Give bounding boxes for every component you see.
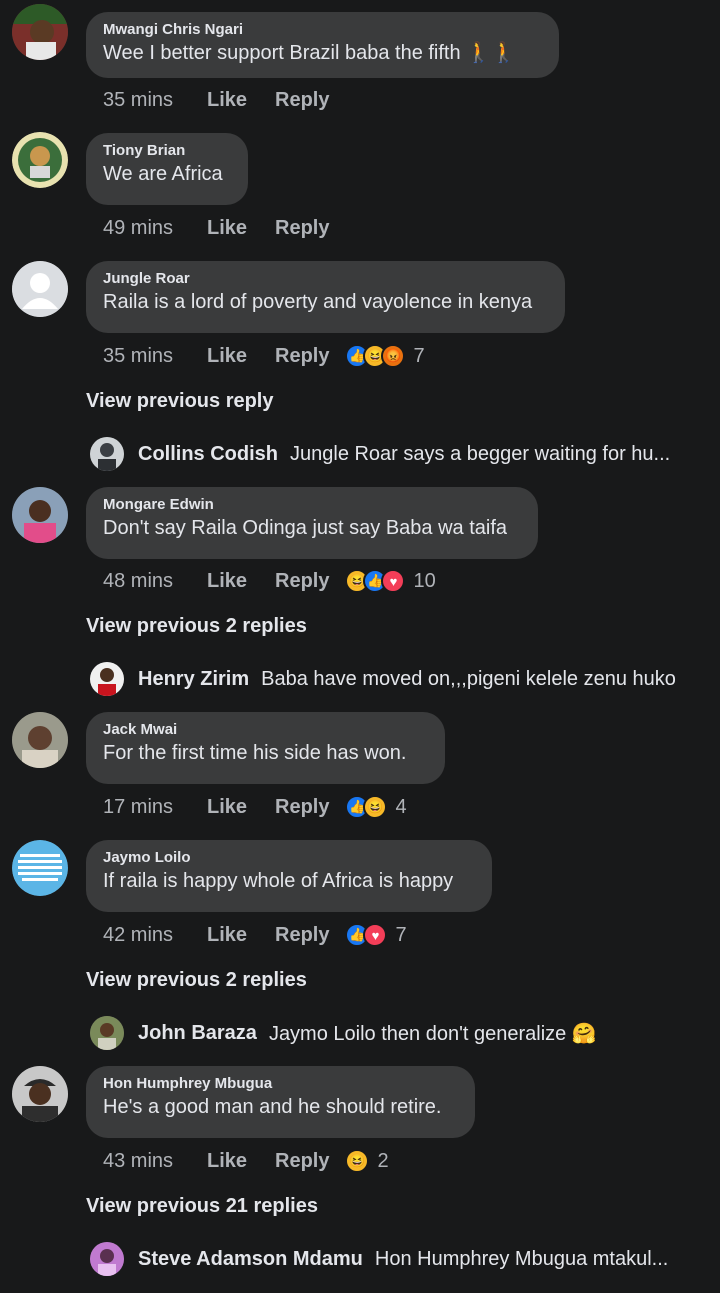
comment-actions: 48 mins Like Reply 😆 👍 ♥ 10	[103, 567, 436, 595]
reply-author[interactable]: John Baraza	[138, 1022, 257, 1045]
reaction-summary[interactable]: 😆 👍 ♥ 10	[345, 569, 436, 593]
reaction-summary[interactable]: 😆 2	[345, 1149, 389, 1173]
comment-actions: 49 mins Like Reply	[103, 214, 329, 242]
comment-author[interactable]: Hon Humphrey Mbugua	[103, 1074, 457, 1094]
default-avatar[interactable]	[12, 261, 68, 317]
reply-avatar[interactable]	[90, 437, 124, 471]
reaction-summary[interactable]: 👍 😆 4	[345, 795, 407, 819]
reply-author[interactable]: Steve Adamson Mdamu	[138, 1248, 363, 1271]
comment-text: Raila is a lord of poverty and vayolence…	[103, 291, 533, 313]
like-button[interactable]: Like	[207, 570, 275, 593]
comment-timestamp[interactable]: 17 mins	[103, 796, 207, 819]
comment-author[interactable]: Jack Mwai	[103, 720, 427, 740]
reply-button[interactable]: Reply	[275, 796, 329, 819]
comment-text: For the first time his side has won.	[103, 742, 407, 764]
comment-author[interactable]: Mwangi Chris Ngari	[103, 20, 541, 40]
like-button[interactable]: Like	[207, 796, 275, 819]
view-previous-replies-link[interactable]: View previous 2 replies	[86, 615, 307, 638]
reply-avatar[interactable]	[90, 1242, 124, 1276]
reply-text: Hon Humphrey Mbugua mtakul...	[374, 1247, 669, 1270]
reply-avatar[interactable]	[90, 1016, 124, 1050]
reaction-count: 7	[413, 344, 425, 367]
comment-bubble[interactable]: Mongare Edwin Don't say Raila Odinga jus…	[86, 487, 538, 559]
reply-author[interactable]: Henry Zirim	[138, 668, 249, 691]
comment-timestamp[interactable]: 35 mins	[103, 345, 207, 368]
comment-author[interactable]: Mongare Edwin	[103, 495, 520, 515]
reply-preview[interactable]: Steve Adamson Mdamu Hon Humphrey Mbugua …	[90, 1242, 668, 1276]
comment-text: If raila is happy whole of Africa is hap…	[103, 870, 454, 892]
avatar[interactable]	[12, 840, 68, 896]
reply-avatar[interactable]	[90, 662, 124, 696]
reply-preview[interactable]: John Baraza Jaymo Loilo then don't gener…	[90, 1016, 597, 1050]
like-button[interactable]: Like	[207, 1150, 275, 1173]
comment-actions: 17 mins Like Reply 👍 😆 4	[103, 793, 407, 821]
reaction-count: 10	[413, 569, 436, 592]
comment-timestamp[interactable]: 43 mins	[103, 1150, 207, 1173]
haha-reaction-icon: 😆	[363, 795, 388, 819]
reply-preview[interactable]: Collins Codish Jungle Roar says a begger…	[90, 437, 670, 471]
like-button[interactable]: Like	[207, 217, 275, 240]
reaction-count: 2	[377, 1149, 389, 1172]
reaction-count: 7	[395, 923, 407, 946]
comment-text: He's a good man and he should retire.	[103, 1096, 442, 1118]
haha-reaction-icon: 😆	[345, 1149, 370, 1173]
love-reaction-icon: ♥	[381, 569, 406, 593]
avatar[interactable]	[12, 132, 68, 188]
reply-button[interactable]: Reply	[275, 924, 329, 947]
reaction-count: 4	[395, 795, 407, 818]
reaction-summary[interactable]: 👍 😆 😡 7	[345, 344, 425, 368]
avatar[interactable]	[12, 4, 68, 60]
reply-button[interactable]: Reply	[275, 345, 329, 368]
comment-timestamp[interactable]: 42 mins	[103, 924, 207, 947]
comment-actions: 42 mins Like Reply 👍 ♥ 7	[103, 921, 407, 949]
reaction-summary[interactable]: 👍 ♥ 7	[345, 923, 407, 947]
comment-bubble[interactable]: Jack Mwai For the first time his side ha…	[86, 712, 445, 784]
comment-bubble[interactable]: Jungle Roar Raila is a lord of poverty a…	[86, 261, 565, 333]
reply-author[interactable]: Collins Codish	[138, 443, 278, 466]
comment-timestamp[interactable]: 35 mins	[103, 89, 207, 112]
avatar[interactable]	[12, 712, 68, 768]
comment-actions: 43 mins Like Reply 😆 2	[103, 1147, 389, 1175]
comment-actions: 35 mins Like Reply	[103, 86, 329, 114]
comment-text: We are Africa	[103, 163, 223, 185]
reply-preview[interactable]: Henry Zirim Baba have moved on,,,pigeni …	[90, 662, 676, 696]
comment-bubble[interactable]: Jaymo Loilo If raila is happy whole of A…	[86, 840, 492, 912]
comment-text: Don't say Raila Odinga just say Baba wa …	[103, 517, 508, 539]
like-button[interactable]: Like	[207, 89, 275, 112]
view-previous-replies-link[interactable]: View previous reply	[86, 390, 274, 413]
comment-bubble[interactable]: Hon Humphrey Mbugua He's a good man and …	[86, 1066, 475, 1138]
angry-reaction-icon: 😡	[381, 344, 406, 368]
comment-text: Wee I better support Brazil baba the fif…	[103, 42, 516, 64]
reply-button[interactable]: Reply	[275, 1150, 329, 1173]
avatar[interactable]	[12, 1066, 68, 1122]
comment-timestamp[interactable]: 48 mins	[103, 570, 207, 593]
comment-timestamp[interactable]: 49 mins	[103, 217, 207, 240]
reply-button[interactable]: Reply	[275, 217, 329, 240]
like-button[interactable]: Like	[207, 345, 275, 368]
comment-bubble[interactable]: Mwangi Chris Ngari Wee I better support …	[86, 12, 559, 78]
reply-button[interactable]: Reply	[275, 89, 329, 112]
reply-text: Jungle Roar says a begger waiting for hu…	[290, 442, 671, 465]
reply-text: Jaymo Loilo then don't generalize 🤗	[268, 1022, 597, 1045]
like-button[interactable]: Like	[207, 924, 275, 947]
love-reaction-icon: ♥	[363, 923, 388, 947]
comment-author[interactable]: Jaymo Loilo	[103, 848, 474, 868]
reply-button[interactable]: Reply	[275, 570, 329, 593]
comment-author[interactable]: Tiony Brian	[103, 141, 230, 161]
comment-actions: 35 mins Like Reply 👍 😆 😡 7	[103, 342, 425, 370]
view-previous-replies-link[interactable]: View previous 21 replies	[86, 1195, 318, 1218]
avatar[interactable]	[12, 487, 68, 543]
view-previous-replies-link[interactable]: View previous 2 replies	[86, 969, 307, 992]
comment-author[interactable]: Jungle Roar	[103, 269, 547, 289]
comment-bubble[interactable]: Tiony Brian We are Africa	[86, 133, 248, 205]
reply-text: Baba have moved on,,,pigeni kelele zenu …	[261, 667, 676, 690]
